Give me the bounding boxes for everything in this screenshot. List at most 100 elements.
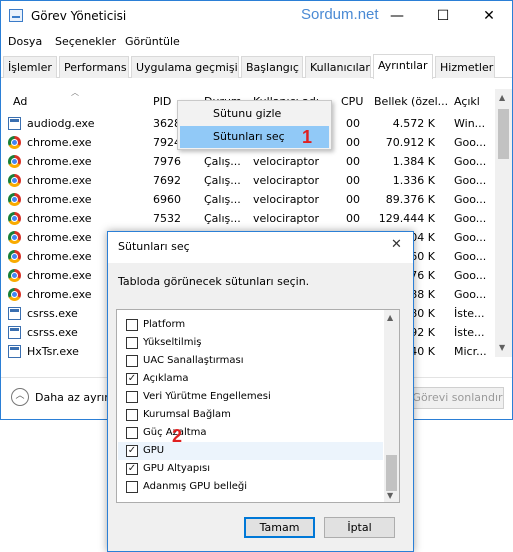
checklist-item[interactable]: Adanmış GPU belleği — [118, 478, 383, 496]
dialog-close-icon[interactable]: ✕ — [391, 237, 402, 252]
menu-options[interactable]: Seçenekler — [55, 35, 116, 48]
chrome-icon — [8, 136, 21, 149]
table-row[interactable]: chrome.exe 6960 Çalış... velociraptor 00… — [1, 191, 495, 210]
checklist-item[interactable]: Platform — [118, 316, 383, 334]
scroll-up-icon[interactable]: ▲ — [387, 313, 393, 322]
window-title: Görev Yöneticisi — [31, 9, 127, 23]
process-name: audiodg.exe — [27, 117, 95, 130]
scroll-down-icon[interactable]: ▼ — [499, 343, 505, 352]
chrome-icon — [8, 288, 21, 301]
tab-app-history[interactable]: Uygulama geçmişi — [131, 56, 239, 78]
checklist-label: UAC Sanallaştırması — [143, 355, 244, 366]
chrome-icon — [8, 193, 21, 206]
process-icon — [8, 345, 21, 358]
chrome-icon — [8, 269, 21, 282]
menu-file[interactable]: Dosya — [8, 35, 42, 48]
process-name: csrss.exe — [27, 307, 78, 320]
process-name: chrome.exe — [27, 269, 92, 282]
table-row[interactable]: chrome.exe 7976 Çalış... velociraptor 00… — [1, 153, 495, 172]
process-status: Çalış... — [204, 212, 241, 225]
dialog-title: Sütunları seç — [118, 240, 190, 253]
chrome-icon — [8, 250, 21, 263]
column-pid[interactable]: PID — [153, 95, 171, 108]
checklist-label: Platform — [143, 319, 186, 330]
checkbox[interactable] — [126, 391, 138, 403]
process-description: Goo... — [454, 212, 487, 225]
tab-processes[interactable]: İşlemler — [3, 56, 57, 78]
process-user: velociraptor — [253, 174, 319, 187]
column-description[interactable]: Açıkl — [454, 95, 480, 108]
process-cpu: 00 — [346, 212, 360, 225]
checklist-item[interactable]: UAC Sanallaştırması — [118, 352, 383, 370]
checklist-item[interactable]: Güç Azaltma — [118, 424, 383, 442]
checkbox-checked[interactable]: ✓ — [126, 373, 138, 385]
process-name: chrome.exe — [27, 231, 92, 244]
checklist-item[interactable]: ✓ Açıklama — [118, 370, 383, 388]
checklist-scrollbar[interactable]: ▲ ▼ — [384, 310, 399, 502]
table-scrollbar[interactable]: ▲ ▼ — [495, 89, 512, 357]
checkbox-checked[interactable]: ✓ — [126, 445, 138, 457]
scroll-up-icon[interactable]: ▲ — [499, 93, 505, 102]
scrollbar-thumb[interactable] — [386, 455, 397, 491]
process-cpu: 00 — [346, 193, 360, 206]
checklist-label: Veri Yürütme Engellemesi — [143, 391, 271, 402]
end-task-button[interactable]: Görevi sonlandır — [411, 387, 504, 409]
menu-view[interactable]: Görüntüle — [125, 35, 180, 48]
menu-bar: Dosya Seçenekler Görüntüle — [1, 31, 512, 53]
checklist-item[interactable]: Kurumsal Bağlam — [118, 406, 383, 424]
column-memory[interactable]: Bellek (özel... — [374, 95, 448, 108]
title-bar[interactable]: Görev Yöneticisi Sordum.net — ☐ ✕ — [1, 1, 512, 31]
table-row[interactable]: chrome.exe 7692 Çalış... velociraptor 00… — [1, 172, 495, 191]
checkbox[interactable] — [126, 319, 138, 331]
chevron-up-icon[interactable]: ︿ — [11, 388, 29, 406]
minimize-button[interactable]: — — [374, 1, 420, 31]
scrollbar-thumb[interactable] — [498, 109, 509, 159]
checklist-item[interactable]: ✓ GPU Altyapısı — [118, 460, 383, 478]
tab-users[interactable]: Kullanıcılar — [305, 56, 371, 78]
checklist-item[interactable]: Yükseltilmiş — [118, 334, 383, 352]
select-columns-dialog: Sütunları seç ✕ Tabloda görünecek sütunl… — [107, 231, 414, 552]
column-cpu[interactable]: CPU — [341, 95, 363, 108]
checkbox[interactable] — [126, 355, 138, 367]
process-cpu: 00 — [346, 136, 360, 149]
process-description: Goo... — [454, 250, 487, 263]
process-icon — [8, 307, 21, 320]
chrome-icon — [8, 174, 21, 187]
menu-item-hide-column[interactable]: Sütunu gizle — [180, 103, 329, 125]
process-status: Çalış... — [204, 155, 241, 168]
close-button[interactable]: ✕ — [466, 1, 512, 31]
checkbox[interactable] — [126, 337, 138, 349]
process-cpu: 00 — [346, 155, 360, 168]
process-cpu: 00 — [346, 174, 360, 187]
process-description: İste... — [454, 307, 485, 320]
checkbox[interactable] — [126, 409, 138, 421]
tab-services[interactable]: Hizmetler — [435, 56, 495, 78]
process-name: chrome.exe — [27, 288, 92, 301]
process-description: Goo... — [454, 155, 487, 168]
checkbox[interactable] — [126, 481, 138, 493]
process-description: Win... — [454, 117, 486, 130]
checklist-item[interactable]: Veri Yürütme Engellemesi — [118, 388, 383, 406]
process-name: chrome.exe — [27, 212, 92, 225]
process-user: velociraptor — [253, 212, 319, 225]
process-pid: 7976 — [153, 155, 181, 168]
dialog-body: Tabloda görünecek sütunları seçin. Platf… — [108, 263, 413, 551]
checklist-item-selected[interactable]: ✓ GPU — [118, 442, 383, 460]
ok-button[interactable]: Tamam — [244, 517, 315, 538]
checklist-item[interactable] — [118, 496, 383, 502]
checkbox-checked[interactable]: ✓ — [126, 463, 138, 475]
tab-details[interactable]: Ayrıntılar — [373, 54, 433, 79]
checkbox[interactable] — [126, 427, 138, 439]
cancel-button[interactable]: İptal — [324, 517, 395, 538]
checklist-label: Kurumsal Bağlam — [143, 409, 231, 420]
process-status: Çalış... — [204, 193, 241, 206]
maximize-button[interactable]: ☐ — [420, 1, 466, 31]
column-name[interactable]: Ad — [13, 95, 27, 108]
process-memory: 89.376 K — [385, 193, 435, 206]
process-memory: 4.572 K — [392, 117, 435, 130]
tab-performance[interactable]: Performans — [59, 56, 129, 78]
scroll-down-icon[interactable]: ▼ — [387, 491, 393, 500]
tab-startup[interactable]: Başlangıç — [241, 56, 303, 78]
table-row[interactable]: chrome.exe 7532 Çalış... velociraptor 00… — [1, 210, 495, 229]
process-name: chrome.exe — [27, 250, 92, 263]
